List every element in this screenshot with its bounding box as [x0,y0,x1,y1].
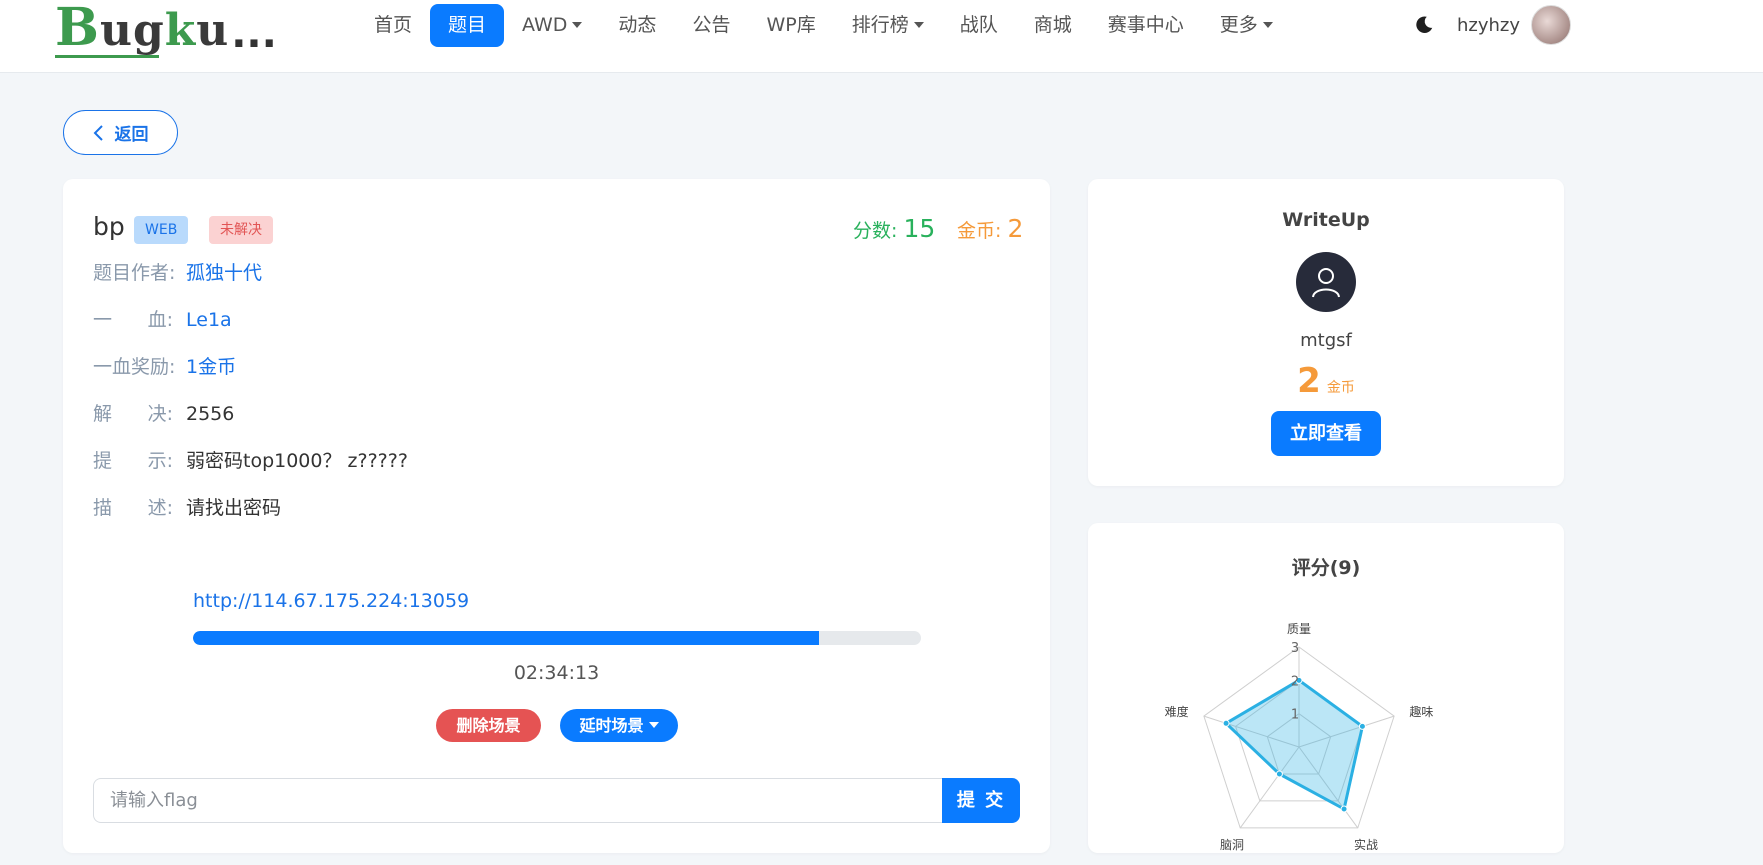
first-blood-reward-label: 一血奖励: [93,356,176,378]
nav-item-4[interactable]: 公告 [674,4,748,47]
nav-item-3[interactable]: 动态 [600,4,674,47]
author-label: 题目作者: [93,262,176,284]
radar-axis-label: 趣味 [1409,704,1433,719]
moon-icon[interactable] [1413,14,1435,36]
author-row: 题目作者: 孤独十代 [93,258,262,288]
time-remaining-bar [193,631,921,645]
radar-point-4 [1222,719,1230,727]
writeup-author: mtgsf [1300,330,1352,351]
description-text: 请找出密码 [186,497,282,519]
nav-item-5[interactable]: WP库 [748,4,833,47]
radar-axis-label: 质量 [1287,622,1311,636]
instance-url-link[interactable]: http://114.67.175.224:13059 [193,590,469,612]
first-blood-reward: 1金币 [186,356,237,378]
first-blood-label: 一血: [93,309,173,331]
score-display: 分数: 15 [853,214,936,243]
nav-item-2[interactable]: AWD [504,4,600,47]
author-link[interactable]: 孤独十代 [186,262,262,284]
back-button[interactable]: 返回 [63,110,178,155]
challenge-card: bp WEB 未解决 分数: 15 金币: 2 题目作者: 孤独十代 一血: Le1… [63,179,1050,853]
bugku-logo[interactable]: Bugku... [55,0,277,58]
radar-axis-label: 难度 [1165,704,1189,719]
writeup-title: WriteUp [1282,209,1370,231]
first-blood-reward-row: 一血奖励: 1金币 [93,352,236,382]
chevron-down-icon [913,22,924,28]
nav-item-7[interactable]: 战队 [942,4,1016,47]
nav-item-8[interactable]: 商城 [1016,4,1090,47]
nav-item-10[interactable]: 更多 [1202,4,1291,47]
hint-row: 提示: 弱密码top1000？ z????? [93,446,408,476]
coin-value: 2 [1007,214,1024,243]
delete-scene-button[interactable]: 删除场景 [436,709,541,742]
challenge-title: bp [93,212,125,241]
view-writeup-button[interactable]: 立即查看 [1271,411,1381,456]
solves-row: 解决: 2556 [93,399,234,429]
chevron-left-icon [93,124,103,141]
writeup-card: WriteUp mtgsf 2 金币 立即查看 [1088,179,1564,486]
top-navbar: Bugku... 首页 题目 AWD 动态 公告 WP库 排行榜 战队 商城 赛事中心 更多 hzy… [0,0,1763,73]
description-row: 描述: 请找出密码 [93,493,281,523]
submit-flag-button[interactable]: 提 交 [942,778,1020,823]
score-value: 15 [903,214,936,243]
countdown-timer: 02:34:13 [513,662,600,684]
radar-series-area [1223,678,1365,812]
coin-display: 金币: 2 [957,214,1024,243]
radar-tick-label: 2 [1291,674,1299,689]
delay-scene-button[interactable]: 延时场景 [560,709,678,742]
first-blood-user[interactable]: Le1a [186,309,232,331]
username[interactable]: hzyhzy [1457,4,1520,47]
chevron-down-icon [1262,22,1273,28]
flag-input[interactable] [93,778,942,823]
radar-point-2 [1340,805,1348,813]
rating-radar-chart: 1 2 3 质量趣味实战 脑洞 难度 [1165,622,1434,852]
time-remaining-fill [193,631,820,645]
main-nav: 首页 题目 AWD 动态 公告 WP库 排行榜 战队 商城 赛事中心 更多 [356,4,1291,47]
first-blood-row: 一血: Le1a [93,305,232,335]
radar-axis-label: 脑洞 [1220,838,1244,852]
nav-item-6[interactable]: 排行榜 [834,4,942,47]
nav-item-1[interactable]: 题目 [430,4,505,47]
radar-axis-label: 实战 [1354,837,1378,852]
status-badge: 未解决 [209,216,273,244]
chevron-down-icon [648,722,659,728]
back-button-label: 返回 [114,125,149,145]
hint-label: 提示: [93,450,173,472]
description-label: 描述: [93,497,173,519]
hint-text: 弱密码top1000？ z????? [186,450,408,472]
radar-point-1 [1358,722,1366,730]
radar-point-3 [1275,770,1283,778]
solves-count: 2556 [186,403,235,425]
user-icon [1296,252,1356,312]
rating-card: 评分(9) 1 2 3 质量 趣味 实战 脑洞 难度 [1088,523,1564,853]
user-avatar[interactable] [1531,5,1571,45]
nav-item-9[interactable]: 赛事中心 [1090,4,1202,47]
solves-label: 解决: [93,403,173,425]
logo-text: Bugku [55,0,230,58]
writeup-price: 2 金币 [1297,361,1355,401]
radar-tick-label: 3 [1291,641,1299,656]
radar-tick-label: 1 [1291,708,1299,723]
nav-item-0[interactable]: 首页 [356,4,430,47]
category-badge: WEB [134,216,189,244]
chevron-down-icon [572,22,583,28]
